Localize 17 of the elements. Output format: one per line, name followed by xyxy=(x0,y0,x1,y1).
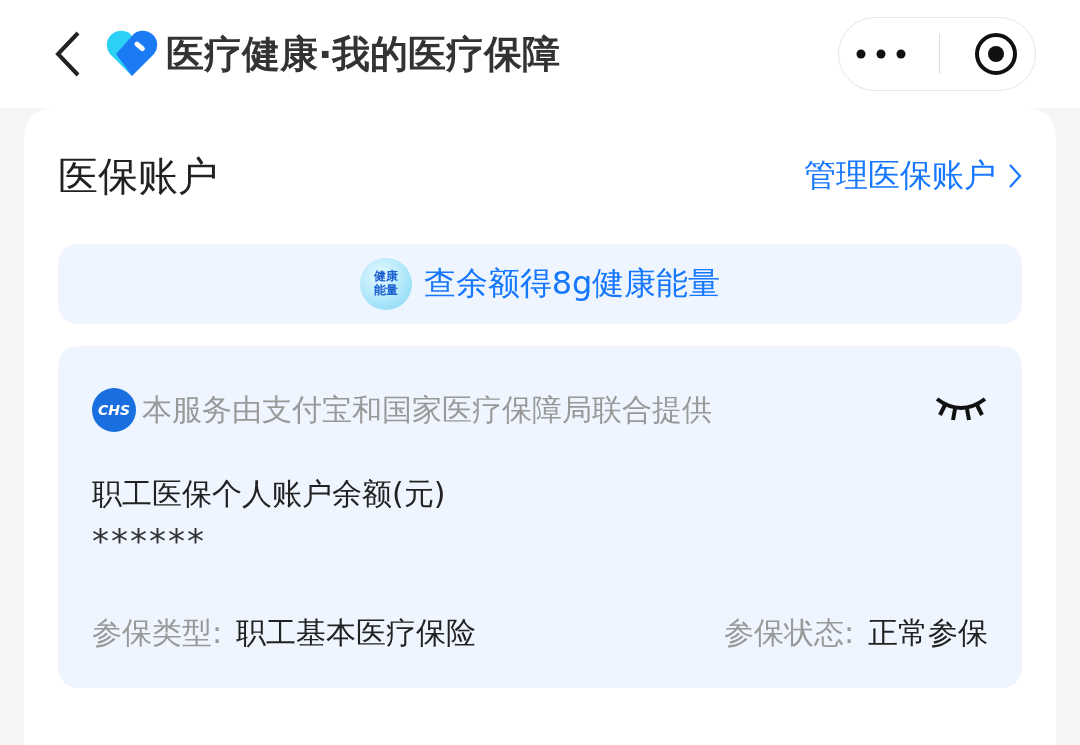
heart-icon xyxy=(104,30,160,78)
balance-label: 职工医保个人账户余额(元) xyxy=(92,475,447,513)
promo-text: 查余额得8g健康能量 xyxy=(423,263,721,304)
field-value: 正常参保 xyxy=(868,614,988,652)
energy-badge: 健康能量 xyxy=(359,258,412,310)
manage-account-link[interactable]: 管理医保账户 xyxy=(804,154,1022,198)
field-label: 参保状态: xyxy=(723,614,854,652)
provider-note: 本服务由支付宝和国家医疗保障局联合提供 xyxy=(142,390,712,429)
chs-logo: CHS xyxy=(92,388,136,432)
balance-value: ****** xyxy=(92,521,207,561)
chevron-icon xyxy=(1008,163,1022,189)
field-value: 职工基本医疗保险 xyxy=(236,614,477,652)
field-label: 参保类型: xyxy=(92,614,223,652)
section-title: 医保账户 xyxy=(58,151,218,201)
page-title: 医疗健康·我的医疗保障 xyxy=(166,30,561,78)
promo-banner[interactable]: 健康能量 查余额得8g健康能量 xyxy=(58,244,1022,324)
more-icon[interactable] xyxy=(855,49,906,59)
